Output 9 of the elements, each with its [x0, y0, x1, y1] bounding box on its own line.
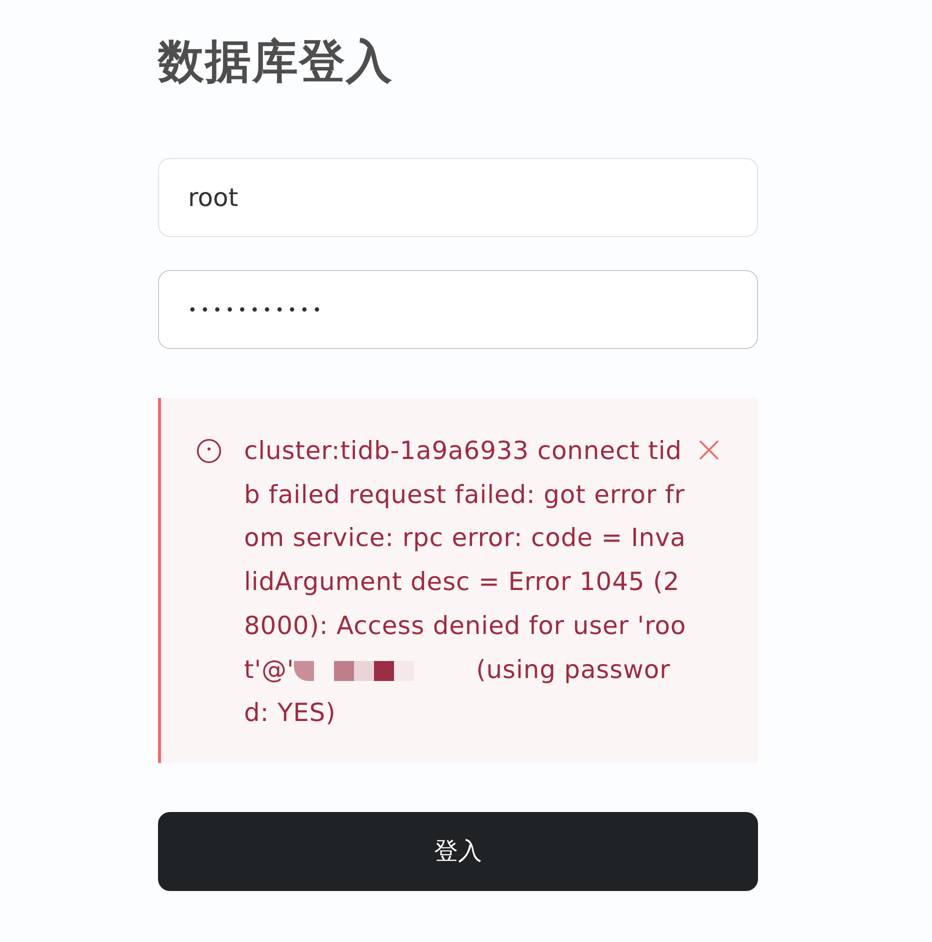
error-icon	[196, 438, 222, 464]
page-title: 数据库登入	[158, 33, 394, 90]
login-button[interactable]: 登入	[158, 812, 758, 891]
close-icon	[698, 439, 720, 461]
redaction-mosaic-icon	[294, 660, 414, 681]
password-field[interactable]: •••••••••••	[158, 270, 758, 349]
error-message: cluster:tidb-1a9a6933 connect tidb failed request failed: got error from service: rpc error: code = InvalidArgument desc = Error 1045 (28000): Access denied for user 'root'@' (using password: YES)	[244, 435, 688, 730]
close-button[interactable]	[698, 439, 720, 461]
username-field[interactable]: root	[158, 158, 758, 237]
